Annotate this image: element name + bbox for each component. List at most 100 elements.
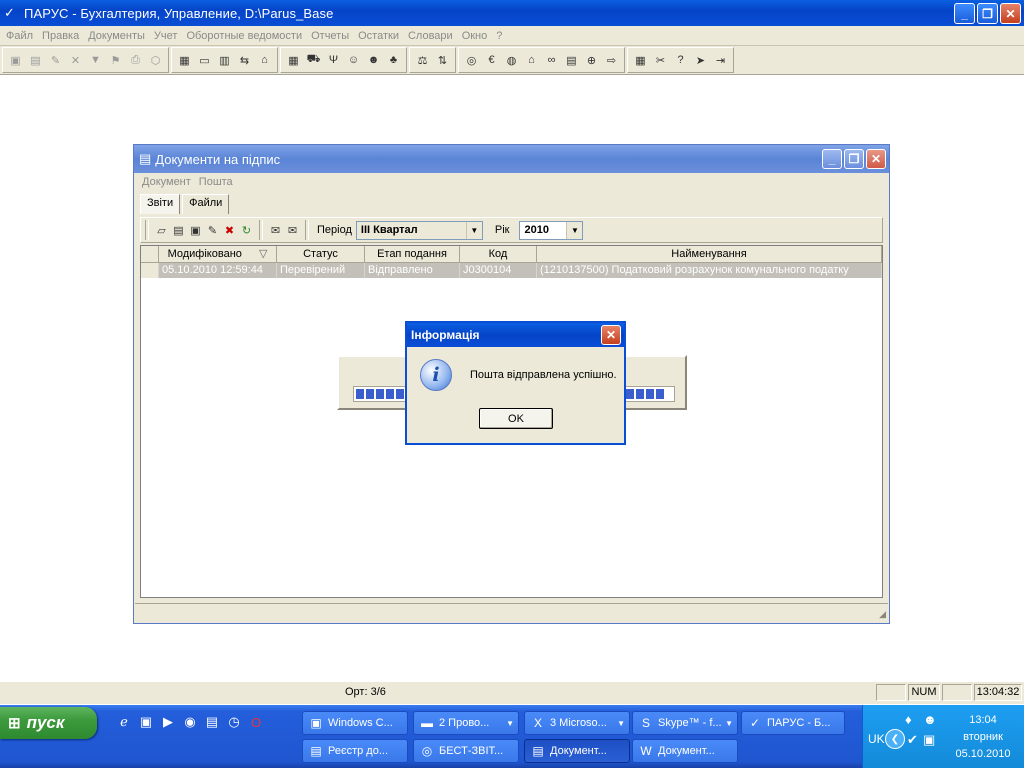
parus-app-icon[interactable]: ✓ bbox=[4, 5, 20, 21]
handshake-icon[interactable]: ∞ bbox=[543, 52, 560, 69]
staff-icon[interactable]: ☻ bbox=[365, 52, 382, 69]
menu-documents[interactable]: Документы bbox=[88, 30, 145, 42]
app-launch-icon[interactable]: ▣ bbox=[138, 714, 154, 730]
help-icon[interactable]: ? bbox=[672, 52, 689, 69]
task-word-document[interactable]: W Документ... bbox=[632, 739, 738, 763]
menu-dictionaries[interactable]: Словари bbox=[408, 30, 453, 42]
chevron-down-icon[interactable]: ▼ bbox=[566, 221, 583, 239]
tools-icon[interactable]: Ψ bbox=[325, 52, 342, 69]
exchange-icon[interactable]: ⇅ bbox=[434, 52, 451, 69]
menu-reports[interactable]: Отчеты bbox=[311, 30, 349, 42]
menu-mail[interactable]: Пошта bbox=[199, 176, 233, 188]
task-parus[interactable]: ✓ ПАРУС - Б... bbox=[741, 711, 845, 735]
opera-icon[interactable]: O bbox=[248, 714, 264, 730]
delete-icon[interactable]: ✕ bbox=[67, 52, 84, 69]
card-icon[interactable]: ▭ bbox=[196, 52, 213, 69]
group-icon[interactable]: ♣ bbox=[385, 52, 402, 69]
main-title-bar[interactable]: ✓ ПАРУС - Бухгалтерия, Управление, D:\Pa… bbox=[0, 0, 1024, 26]
minimize-button[interactable]: _ bbox=[954, 3, 975, 24]
ledger-icon[interactable]: ▥ bbox=[216, 52, 233, 69]
delete-doc-icon[interactable]: ✖ bbox=[221, 222, 238, 239]
add-icon[interactable]: ▣ bbox=[7, 52, 24, 69]
tab-reports[interactable]: Звіти bbox=[140, 194, 181, 214]
shield-icon[interactable]: ✔ bbox=[907, 732, 918, 748]
dialog-title-bar[interactable]: Інформація ✕ bbox=[407, 323, 624, 347]
chevron-left-icon[interactable]: ❮ bbox=[885, 729, 905, 749]
open-icon[interactable]: ▱ bbox=[153, 222, 170, 239]
network-icon[interactable]: ♦ bbox=[905, 712, 912, 727]
scales-icon[interactable]: ⚖ bbox=[414, 52, 431, 69]
box-icon[interactable]: ⬡ bbox=[147, 52, 164, 69]
refresh-icon[interactable]: ↻ bbox=[238, 222, 255, 239]
task-registry[interactable]: ▤ Реєстр до... bbox=[302, 739, 408, 763]
menu-help[interactable]: ? bbox=[496, 30, 502, 42]
dialog-close-button[interactable]: ✕ bbox=[601, 325, 621, 345]
firefox-icon[interactable]: ◉ bbox=[182, 714, 198, 730]
export-icon[interactable]: ⇨ bbox=[603, 52, 620, 69]
menu-file[interactable]: Файл bbox=[6, 30, 33, 42]
monitor-icon[interactable]: ▣ bbox=[923, 732, 935, 748]
table-row[interactable]: 05.10.2010 12:59:44 Перевірений Відправл… bbox=[141, 263, 882, 278]
clock[interactable]: 13:04 вторник 05.10.2010 bbox=[943, 712, 1023, 763]
run-icon[interactable]: ➤ bbox=[692, 52, 709, 69]
task-explorer-group[interactable]: ▬ 2 Прово... ▼ bbox=[413, 711, 519, 735]
coins-icon[interactable]: ◎ bbox=[463, 52, 480, 69]
docs-icon[interactable]: ▤ bbox=[563, 52, 580, 69]
properties-icon[interactable]: ▤ bbox=[170, 222, 187, 239]
exit-icon[interactable]: ⇥ bbox=[712, 52, 729, 69]
menu-document[interactable]: Документ bbox=[142, 176, 191, 188]
task-documents-active[interactable]: ▤ Документ... bbox=[524, 739, 630, 763]
menu-window[interactable]: Окно bbox=[462, 30, 488, 42]
edit-doc-icon[interactable]: ✎ bbox=[204, 222, 221, 239]
save-icon[interactable]: ▣ bbox=[187, 222, 204, 239]
transfer-icon[interactable]: ⇆ bbox=[236, 52, 253, 69]
task-best-zvit[interactable]: ◎ БЕСТ-ЗВІТ... bbox=[413, 739, 519, 763]
child-maximize-button[interactable]: ❐ bbox=[844, 149, 864, 169]
add-doc-icon[interactable]: ⊕ bbox=[583, 52, 600, 69]
menu-turnover-sheets[interactable]: Оборотные ведомости bbox=[186, 30, 302, 42]
journal-icon[interactable]: ▦ bbox=[176, 52, 193, 69]
print-icon[interactable]: ⎙ bbox=[127, 52, 144, 69]
save-launch-icon[interactable]: ▤ bbox=[204, 714, 220, 730]
column-modified[interactable]: Модифіковано ▽ bbox=[159, 246, 277, 262]
smiley-icon[interactable]: ☻ bbox=[923, 712, 937, 727]
receive-mail-icon[interactable]: ✉ bbox=[284, 222, 301, 239]
task-excel-group[interactable]: X 3 Microso... ▼ bbox=[524, 711, 630, 735]
restore-button[interactable]: ❐ bbox=[977, 3, 998, 24]
tab-files[interactable]: Файли bbox=[182, 194, 230, 214]
settings-icon[interactable]: ✂ bbox=[652, 52, 669, 69]
resize-grip-icon[interactable]: ◢ bbox=[879, 609, 886, 620]
media-player-icon[interactable]: ▶ bbox=[160, 714, 176, 730]
menu-edit[interactable]: Правка bbox=[42, 30, 79, 42]
column-name[interactable]: Найменування bbox=[537, 246, 882, 262]
ok-button[interactable]: OK bbox=[479, 408, 553, 429]
edit-icon[interactable]: ✎ bbox=[47, 52, 64, 69]
column-code[interactable]: Код bbox=[460, 246, 537, 262]
stamp-icon[interactable]: ⚑ bbox=[107, 52, 124, 69]
globe-icon[interactable]: ◍ bbox=[503, 52, 520, 69]
language-indicator[interactable]: UK bbox=[868, 732, 885, 746]
building-icon[interactable]: ⌂ bbox=[256, 52, 273, 69]
truck-icon[interactable]: ⛟ bbox=[305, 52, 322, 69]
people-icon[interactable]: ☺ bbox=[345, 52, 362, 69]
calculator-icon[interactable]: ▦ bbox=[632, 52, 649, 69]
filter-icon[interactable]: ▼ bbox=[87, 52, 104, 69]
period-select[interactable]: III Квартал ▼ bbox=[355, 220, 483, 240]
task-windows-commander[interactable]: ▣ Windows C... bbox=[302, 711, 408, 735]
chevron-down-icon[interactable]: ▼ bbox=[465, 221, 482, 239]
close-button[interactable]: ✕ bbox=[1000, 3, 1021, 24]
year-select[interactable]: 2010 ▼ bbox=[519, 220, 584, 240]
bank-icon[interactable]: ⌂ bbox=[523, 52, 540, 69]
start-button[interactable]: ⊞ пуск bbox=[0, 707, 97, 739]
menu-balances[interactable]: Остатки bbox=[358, 30, 399, 42]
column-stage[interactable]: Етап подання bbox=[365, 246, 460, 262]
euro-icon[interactable]: € bbox=[483, 52, 500, 69]
copy-icon[interactable]: ▤ bbox=[27, 52, 44, 69]
clock-launch-icon[interactable]: ◷ bbox=[226, 714, 242, 730]
internet-explorer-icon[interactable]: ℯ bbox=[116, 714, 132, 730]
child-title-bar[interactable]: ▤ Документи на підпис _ ❐ ✕ bbox=[134, 145, 889, 173]
column-status[interactable]: Статус bbox=[277, 246, 365, 262]
task-skype[interactable]: S Skype™ - f... ▼ bbox=[632, 711, 738, 735]
table-icon[interactable]: ▦ bbox=[285, 52, 302, 69]
child-minimize-button[interactable]: _ bbox=[822, 149, 842, 169]
